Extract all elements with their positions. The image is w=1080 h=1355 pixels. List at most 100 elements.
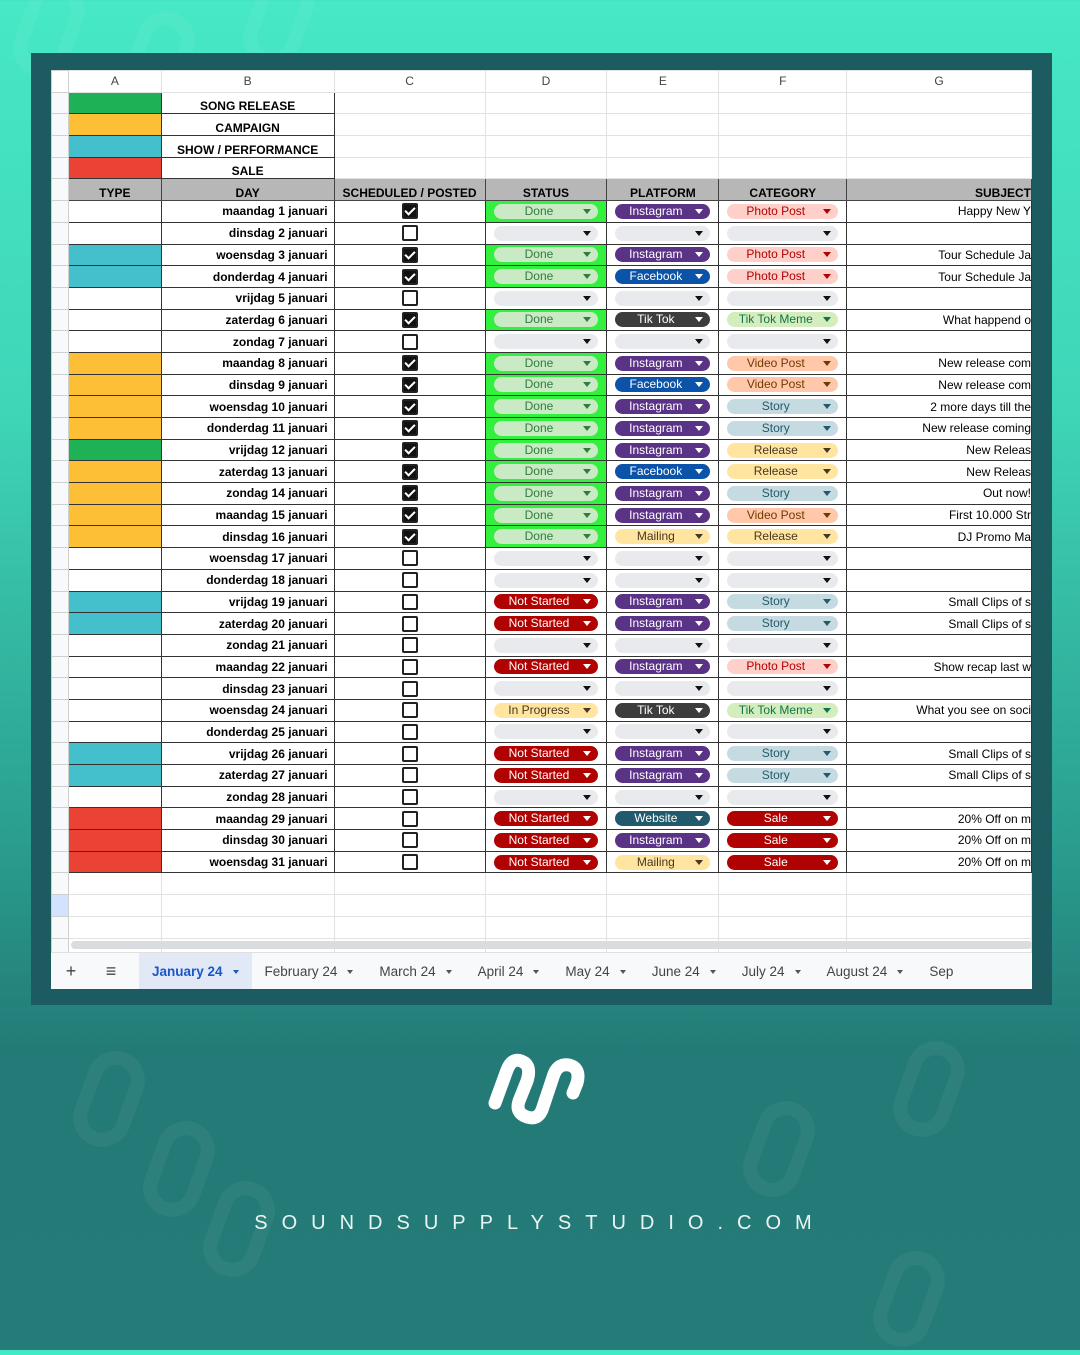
empty-cell[interactable] [606,156,720,180]
platform-dropdown[interactable]: Instagram [615,507,711,523]
row-number[interactable] [51,807,69,831]
type-cell[interactable] [67,547,162,570]
row-number[interactable] [51,503,69,527]
row-number[interactable] [51,850,69,874]
row-number[interactable] [51,915,69,939]
subject-cell[interactable]: DJ Promo Ma [846,525,1032,549]
subject-cell[interactable]: Small Clips of s [846,612,1032,635]
subject-cell[interactable] [846,221,1032,245]
tab-menu-arrow-icon[interactable] [794,969,801,974]
empty-cell[interactable] [846,135,1032,158]
subject-cell[interactable]: Happy New Y [846,200,1032,223]
tab-menu-arrow-icon[interactable] [232,969,239,974]
status-dropdown[interactable]: Not Started [493,811,599,827]
platform-dropdown[interactable]: Instagram [615,420,711,436]
row-number[interactable] [51,330,69,353]
platform-dropdown[interactable] [615,290,711,306]
website-url[interactable]: SOUNDSUPPLYSTUDIO.COM [0,1212,1080,1235]
platform-dropdown[interactable]: Instagram [615,594,711,610]
type-cell[interactable] [67,200,162,223]
subject-cell[interactable]: Small Clips of s [846,742,1032,765]
status-dropdown[interactable] [493,550,599,566]
checkbox-unchecked[interactable] [401,680,418,697]
row-number[interactable] [51,872,69,896]
type-cell[interactable] [67,373,162,397]
type-cell[interactable] [67,568,162,592]
type-cell[interactable] [67,265,162,288]
subject-cell[interactable]: Small Clips of s [846,764,1032,787]
checkbox-checked[interactable] [401,398,418,415]
tab-menu-arrow-icon[interactable] [347,969,354,974]
platform-dropdown[interactable]: Instagram [615,355,711,371]
empty-cell[interactable] [718,872,848,896]
platform-dropdown[interactable]: Instagram [615,203,711,219]
empty-cell[interactable] [718,894,848,917]
checkbox-checked[interactable] [401,376,418,393]
type-cell[interactable] [67,720,162,744]
empty-cell[interactable] [333,872,486,896]
empty-cell[interactable] [160,872,335,896]
checkbox-checked[interactable] [401,268,418,285]
empty-cell[interactable] [606,915,720,939]
type-cell[interactable] [67,829,162,852]
row-number[interactable] [51,286,69,310]
platform-dropdown[interactable]: Facebook [615,464,711,480]
category-dropdown[interactable]: Video Post [727,377,839,393]
status-dropdown[interactable]: Done [493,464,599,480]
platform-dropdown[interactable]: Facebook [615,269,711,285]
row-number[interactable] [51,742,69,765]
platform-dropdown[interactable] [615,724,711,740]
empty-cell[interactable] [67,915,162,939]
category-dropdown[interactable]: Sale [727,811,839,827]
type-cell[interactable] [67,764,162,787]
category-dropdown[interactable] [727,724,839,740]
type-cell[interactable] [67,850,162,874]
empty-cell[interactable] [333,135,486,158]
status-dropdown[interactable]: Not Started [493,616,599,632]
category-dropdown[interactable]: Photo Post [727,247,839,263]
checkbox-unchecked[interactable] [401,658,418,675]
subject-cell[interactable] [846,568,1032,592]
type-cell[interactable] [67,503,162,527]
subject-cell[interactable]: What happend o [846,308,1032,332]
category-dropdown[interactable]: Story [727,767,839,783]
row-number[interactable] [51,460,69,484]
subject-cell[interactable]: Out now! [846,482,1032,505]
column-header[interactable]: F [718,70,848,93]
sheet-tab[interactable]: August 24 [814,953,917,989]
sheet-tab[interactable]: Sep [916,953,966,989]
subject-cell[interactable] [846,720,1032,744]
subject-cell[interactable] [846,547,1032,570]
row-number[interactable] [51,200,69,223]
subject-cell[interactable]: Show recap last w [846,655,1032,679]
platform-dropdown[interactable]: Instagram [615,247,711,263]
status-dropdown[interactable] [493,789,599,805]
checkbox-unchecked[interactable] [401,789,418,806]
subject-cell[interactable]: 20% Off on m [846,807,1032,831]
subject-cell[interactable] [846,286,1032,310]
empty-cell[interactable] [846,872,1032,896]
category-dropdown[interactable]: Release [727,529,839,545]
empty-cell[interactable] [333,894,486,917]
status-dropdown[interactable]: Done [493,442,599,458]
all-sheets-menu-icon[interactable]: ≡ [91,961,131,982]
status-dropdown[interactable]: Not Started [493,659,599,675]
category-dropdown[interactable] [727,334,839,350]
row-number[interactable] [51,308,69,332]
category-dropdown[interactable]: Sale [727,854,839,870]
status-dropdown[interactable]: Done [493,529,599,545]
status-dropdown[interactable]: Done [493,485,599,501]
subject-cell[interactable]: New release coming [846,417,1032,440]
row-number[interactable] [51,243,69,267]
type-cell[interactable] [67,655,162,679]
column-header[interactable]: D [484,70,608,93]
type-cell[interactable] [67,308,162,332]
empty-cell[interactable] [846,156,1032,180]
sheet-tab[interactable]: February 24 [252,953,367,989]
platform-dropdown[interactable]: Tik Tok [615,702,711,718]
empty-cell[interactable] [333,915,486,939]
status-dropdown[interactable]: Done [493,269,599,285]
checkbox-checked[interactable] [401,463,418,480]
category-dropdown[interactable]: Video Post [727,355,839,371]
empty-cell[interactable] [718,156,848,180]
